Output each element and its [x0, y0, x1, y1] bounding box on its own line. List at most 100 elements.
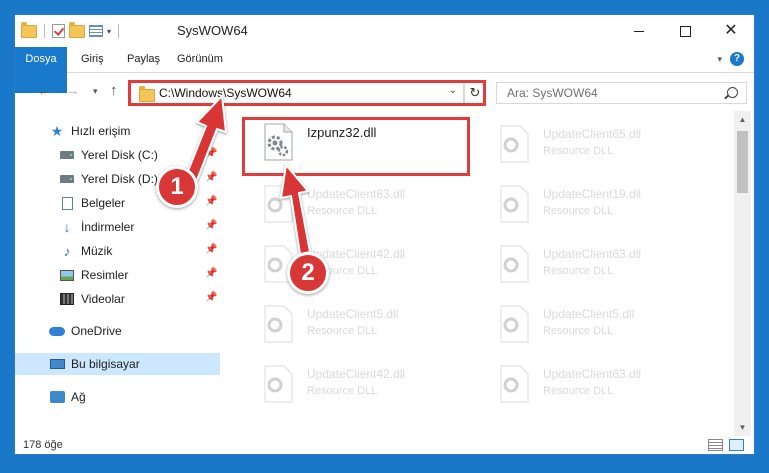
- file-name: UpdateClient42.dll: [307, 367, 406, 381]
- file-highlight-box: [242, 117, 470, 176]
- sidebar-item-downloads[interactable]: ↓ İndirmeler 📌: [15, 216, 220, 238]
- vertical-scrollbar[interactable]: ▲ ▼: [734, 111, 751, 436]
- file-item[interactable]: UpdateClient19.dll Resource DLL: [497, 183, 727, 229]
- dll-file-icon: [264, 365, 293, 403]
- dll-file-icon: [500, 365, 529, 403]
- sidebar-item-quick-access[interactable]: ★ Hızlı erişim: [15, 120, 220, 142]
- dll-file-icon: [500, 245, 529, 283]
- search-box[interactable]: Ara: SysWOW64: [496, 82, 747, 104]
- window-controls: ✕: [616, 15, 754, 47]
- pin-icon[interactable]: 📌: [205, 148, 217, 159]
- sidebar-item-label: İndirmeler: [81, 220, 135, 234]
- toolbar-separator: [118, 24, 120, 38]
- help-icon[interactable]: ?: [730, 52, 744, 66]
- ribbon-tabs: Dosya Giriş Paylaş Görünüm ▾ ?: [15, 47, 754, 93]
- file-item[interactable]: UpdateClient63.dll Resource DLL: [497, 243, 727, 289]
- file-type: Resource DLL: [543, 265, 614, 277]
- star-icon: ★: [50, 122, 64, 139]
- chevron-down-icon[interactable]: ▾: [107, 27, 111, 36]
- tab-share[interactable]: Paylaş: [127, 47, 160, 72]
- recent-locations-button[interactable]: ▾: [93, 86, 98, 97]
- dll-file-icon: [264, 305, 293, 343]
- file-item[interactable]: UpdateClient5.dll Resource DLL: [261, 303, 491, 349]
- pin-icon[interactable]: 📌: [205, 268, 217, 279]
- sidebar-item-label: Videolar: [81, 292, 125, 306]
- close-icon: ✕: [724, 22, 738, 39]
- large-icons-view-icon[interactable]: [729, 439, 744, 451]
- details-view-icon[interactable]: [708, 439, 723, 451]
- tab-home[interactable]: Giriş: [81, 47, 104, 72]
- explorer-window: ▾ SysWOW64 ✕ Dosya Giriş Paylaş Görünüm …: [14, 14, 755, 455]
- sidebar-item-label: Resimler: [81, 268, 129, 282]
- sidebar-item-label: Müzik: [81, 244, 113, 258]
- disk-icon: [59, 172, 75, 186]
- sidebar-item-this-pc[interactable]: Bu bilgisayar: [15, 353, 220, 375]
- tab-view[interactable]: Görünüm: [177, 47, 223, 72]
- view-switcher: [708, 439, 744, 451]
- sidebar-item-network[interactable]: Ağ: [15, 386, 220, 408]
- maximize-button[interactable]: [662, 15, 708, 47]
- file-item[interactable]: UpdateClient42.dll Resource DLL: [261, 363, 491, 409]
- sidebar-item-label: Bu bilgisayar: [71, 357, 140, 371]
- navigation-pane: ★ Hızlı erişim Yerel Disk (C:) 📌 Yerel D…: [15, 115, 220, 435]
- music-icon: ♪: [63, 243, 71, 259]
- file-name: UpdateClient63.dll: [543, 367, 642, 381]
- file-type: Resource DLL: [307, 325, 378, 337]
- network-icon: [49, 390, 65, 404]
- file-type: Resource DLL: [543, 145, 614, 157]
- search-icon[interactable]: [727, 87, 738, 98]
- file-name: UpdateClient63.dll: [307, 187, 406, 201]
- back-button[interactable]: ←: [37, 82, 52, 99]
- step-2-badge: 2: [287, 252, 329, 294]
- scroll-down-icon[interactable]: ▼: [734, 419, 751, 436]
- view-icon[interactable]: [89, 25, 103, 37]
- file-type: Resource DLL: [543, 325, 614, 337]
- step-1-badge: 1: [156, 166, 198, 208]
- sidebar-item-label: Belgeler: [81, 196, 126, 210]
- new-folder-icon[interactable]: [69, 21, 85, 38]
- pin-icon[interactable]: 📌: [205, 196, 217, 207]
- minimize-icon: [634, 30, 644, 32]
- file-type: Resource DLL: [307, 205, 378, 217]
- ribbon-right-controls: ▾ ?: [717, 52, 744, 66]
- scroll-up-icon[interactable]: ▲: [734, 111, 751, 128]
- sidebar-item-label: Hızlı erişim: [71, 124, 131, 138]
- sidebar-item-label: OneDrive: [71, 324, 122, 338]
- sidebar-item-pictures[interactable]: Resimler 📌: [15, 264, 220, 286]
- address-highlight-box: [128, 80, 486, 106]
- pin-icon[interactable]: 📌: [205, 220, 217, 231]
- pin-icon[interactable]: 📌: [205, 172, 217, 183]
- sidebar-item-music[interactable]: ♪ Müzik 📌: [15, 240, 220, 262]
- sidebar-item-label: Ağ: [71, 390, 86, 404]
- sidebar-item-label: Yerel Disk (C:): [81, 148, 158, 162]
- file-name: UpdateClient65.dll: [543, 127, 642, 141]
- file-type: Resource DLL: [307, 385, 378, 397]
- file-item[interactable]: UpdateClient5.dll Resource DLL: [497, 303, 727, 349]
- sidebar-item-onedrive[interactable]: OneDrive: [15, 320, 220, 342]
- file-name: UpdateClient63.dll: [543, 247, 642, 261]
- close-button[interactable]: ✕: [708, 15, 754, 47]
- up-button[interactable]: ↑: [110, 82, 118, 99]
- dll-file-icon: [500, 305, 529, 343]
- file-item[interactable]: UpdateClient63.dll Resource DLL: [497, 363, 727, 409]
- sidebar-item-disk-c[interactable]: Yerel Disk (C:) 📌: [15, 144, 220, 166]
- pin-icon[interactable]: 📌: [205, 292, 217, 303]
- cloud-icon: [49, 324, 65, 338]
- document-icon: [59, 196, 75, 210]
- video-icon: [59, 292, 75, 306]
- maximize-icon: [679, 25, 691, 37]
- file-type: Resource DLL: [543, 205, 614, 217]
- file-item[interactable]: UpdateClient65.dll Resource DLL: [497, 123, 727, 169]
- expand-ribbon-icon[interactable]: ▾: [717, 54, 722, 65]
- file-name: UpdateClient19.dll: [543, 187, 642, 201]
- forward-button[interactable]: →: [65, 82, 80, 99]
- properties-check-icon[interactable]: [52, 24, 65, 38]
- minimize-button[interactable]: [616, 15, 662, 47]
- scroll-thumb[interactable]: [737, 131, 748, 193]
- pictures-icon: [59, 268, 75, 282]
- pin-icon[interactable]: 📌: [205, 244, 217, 255]
- file-type: Resource DLL: [543, 385, 614, 397]
- sidebar-item-videos[interactable]: Videolar 📌: [15, 288, 220, 310]
- file-item[interactable]: UpdateClient63.dll Resource DLL: [261, 183, 491, 229]
- file-name: UpdateClient5.dll: [307, 307, 399, 321]
